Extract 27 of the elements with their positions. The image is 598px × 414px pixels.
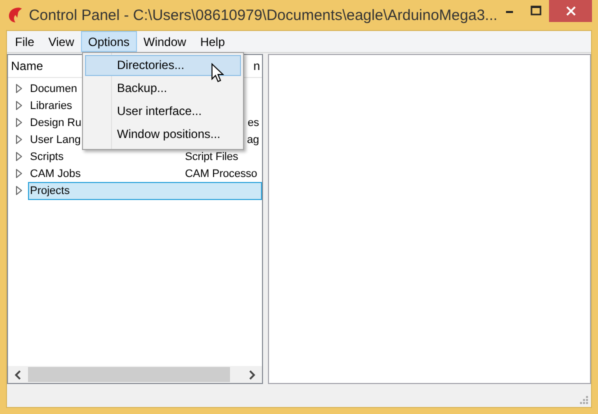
close-icon[interactable] xyxy=(564,5,577,17)
window-title: Control Panel - C:\Users\08610979\Documents\eagle\ArduinoMega3... xyxy=(28,6,498,24)
item-description: es xyxy=(248,116,259,128)
tree-item[interactable]: Projects xyxy=(30,184,70,196)
menu-option[interactable]: Backup... xyxy=(85,78,241,99)
scroll-left-icon[interactable] xyxy=(14,370,22,380)
item-description: ag xyxy=(246,134,259,146)
scrollbar-thumb[interactable] xyxy=(28,367,230,382)
menu-option[interactable]: Window positions... xyxy=(85,124,241,145)
scroll-right-icon[interactable] xyxy=(248,370,256,380)
item-description: Script Files xyxy=(185,150,238,162)
menu-option[interactable]: Directories... xyxy=(85,55,241,76)
maximize-icon[interactable] xyxy=(530,5,542,17)
app-logo-icon xyxy=(8,6,23,24)
menu-item[interactable]: Help xyxy=(193,31,232,52)
menu-item[interactable]: Window xyxy=(136,31,194,52)
menu-item[interactable]: Options xyxy=(81,31,136,52)
menu-item[interactable]: File xyxy=(8,31,42,52)
tree-item[interactable]: CAM Jobs xyxy=(30,168,185,180)
mouse-pointer-icon xyxy=(211,63,224,83)
resize-grip-icon[interactable] xyxy=(580,396,588,404)
item-description: CAM Processo xyxy=(185,168,258,180)
close-button[interactable] xyxy=(549,0,592,22)
menu-item[interactable]: View xyxy=(41,31,82,52)
selected-row-highlight[interactable]: Projects xyxy=(28,182,262,200)
menu-option[interactable]: User interface... xyxy=(85,101,241,122)
tree-item[interactable]: Scripts xyxy=(30,150,185,162)
